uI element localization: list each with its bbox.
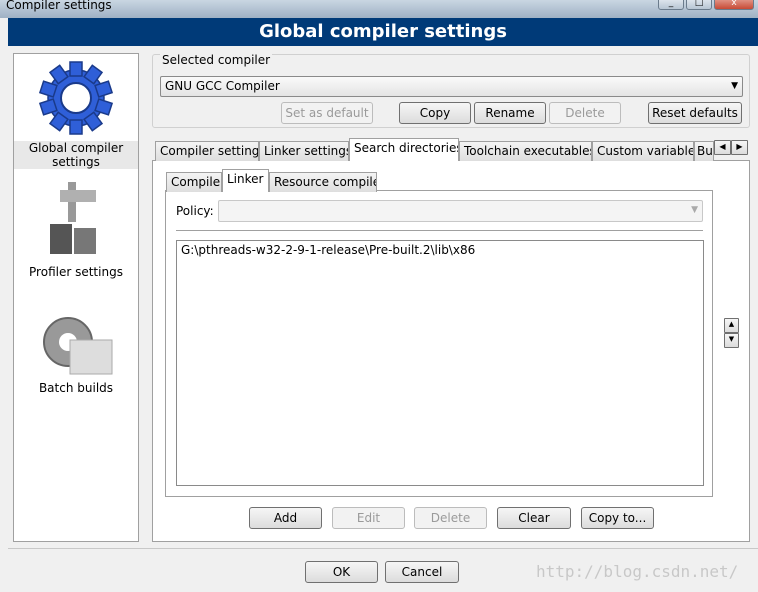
page-title: Global compiler settings	[8, 18, 758, 46]
tab-scroll-right-icon[interactable]: ▶	[731, 140, 748, 155]
copy-button[interactable]: Copy	[399, 102, 471, 124]
subtab-resource-compiler[interactable]: Resource compiler	[269, 172, 377, 192]
window-title: Compiler settings	[6, 0, 112, 12]
tab-build-options[interactable]: Bui	[694, 141, 714, 161]
compiler-select-value: GNU GCC Compiler	[165, 79, 280, 93]
tab-toolchain-executables[interactable]: Toolchain executables	[459, 141, 592, 161]
tab-linker-settings[interactable]: Linker settings	[259, 141, 349, 161]
move-up-icon[interactable]: ▲	[724, 318, 739, 333]
chevron-down-icon: ▼	[731, 81, 738, 91]
subtab-linker[interactable]: Linker	[222, 169, 269, 192]
policy-label: Policy:	[176, 204, 214, 218]
sidebar-item-global-compiler-settings[interactable]: Global compiler settings	[14, 58, 138, 169]
chevron-down-icon: ▼	[691, 205, 698, 215]
move-down-icon[interactable]: ▼	[724, 333, 739, 348]
tab-compiler-settings[interactable]: Compiler settings	[155, 141, 259, 161]
rename-button[interactable]: Rename	[474, 102, 546, 124]
delete-button[interactable]: Delete	[414, 507, 487, 529]
subtab-compiler[interactable]: Compiler	[166, 172, 222, 192]
window-titlebar: Compiler settings _ □ x	[0, 0, 758, 18]
gear-icon	[38, 61, 114, 135]
close-button[interactable]: x	[714, 0, 754, 10]
watermark: http://blog.csdn.net/	[536, 562, 739, 581]
clear-button[interactable]: Clear	[497, 507, 571, 529]
divider	[8, 548, 758, 549]
delete-compiler-button[interactable]: Delete	[549, 102, 621, 124]
ok-button[interactable]: OK	[305, 561, 378, 583]
tab-custom-variables[interactable]: Custom variables	[592, 141, 694, 161]
sidebar-item-batch-builds[interactable]: Batch builds	[14, 312, 138, 395]
sidebar-item-label: Batch builds	[38, 381, 114, 395]
sidebar-item-label: Global compiler settings	[14, 141, 138, 169]
directories-list[interactable]: G:\pthreads-w32-2-9-1-release\Pre-built.…	[176, 240, 704, 486]
batch-gear-icon	[43, 317, 113, 375]
tab-search-directories[interactable]: Search directories	[349, 138, 459, 161]
selected-compiler-label: Selected compiler	[160, 53, 273, 67]
compiler-select[interactable]: GNU GCC Compiler ▼	[160, 76, 743, 97]
add-button[interactable]: Add	[249, 507, 322, 529]
cancel-button[interactable]: Cancel	[385, 561, 459, 583]
sidebar-item-profiler-settings[interactable]: Profiler settings	[14, 180, 138, 279]
copy-to-button[interactable]: Copy to...	[581, 507, 654, 529]
tab-scroll-left-icon[interactable]: ◀	[714, 140, 731, 155]
set-as-default-button[interactable]: Set as default	[281, 102, 373, 124]
sidebar: Global compiler settings Profiler settin…	[13, 53, 139, 542]
sidebar-item-label: Profiler settings	[29, 265, 123, 279]
minimize-button[interactable]: _	[658, 0, 684, 10]
caliper-icon	[50, 182, 96, 254]
divider	[176, 230, 703, 231]
maximize-button[interactable]: □	[686, 0, 712, 10]
edit-button[interactable]: Edit	[332, 507, 405, 529]
policy-select[interactable]: ▼	[218, 200, 703, 222]
reset-defaults-button[interactable]: Reset defaults	[648, 102, 742, 124]
list-item[interactable]: G:\pthreads-w32-2-9-1-release\Pre-built.…	[181, 243, 699, 257]
